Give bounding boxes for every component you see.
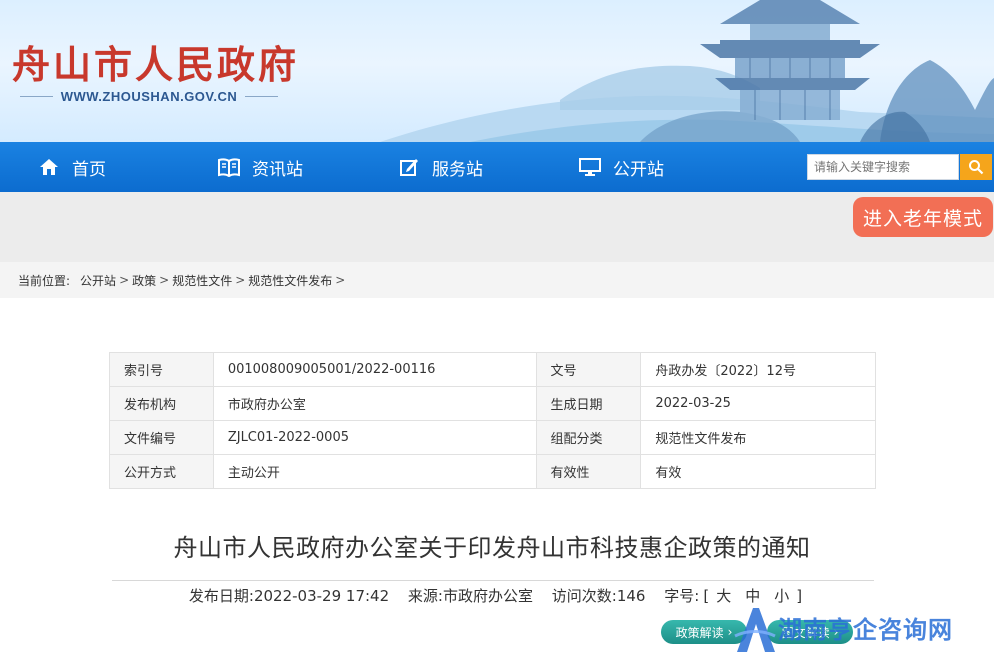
meta-value-doc-number: 舟政办发〔2022〕12号 — [640, 352, 876, 387]
title-divider — [112, 580, 874, 581]
meta-value-category: 规范性文件发布 — [640, 420, 876, 455]
site-header: 舟山市人民政府 WWW.ZHOUSHAN.GOV.CN — [0, 0, 994, 142]
meta-key-disclosure: 公开方式 — [109, 454, 214, 489]
breadcrumb-item-open[interactable]: 公开站 — [80, 272, 116, 289]
source-label: 来源: — [407, 587, 443, 605]
breadcrumb-item-normative[interactable]: 规范性文件 — [172, 272, 232, 289]
publish-date-label: 发布日期: — [188, 587, 254, 605]
book-icon — [218, 156, 240, 178]
breadcrumb-separator: > — [235, 273, 246, 287]
meta-key-validity: 有效性 — [535, 454, 642, 489]
home-icon — [38, 156, 60, 178]
table-row: 索引号 001008009005001/2022-00116 文号 舟政办发〔2… — [109, 352, 876, 387]
divider-right — [245, 95, 279, 97]
visit-count: 访问次数:146 — [552, 587, 646, 605]
monitor-icon — [579, 156, 601, 178]
document-title: 舟山市人民政府办公室关于印发舟山市科技惠企政策的通知 — [173, 534, 811, 562]
nav-item-news[interactable]: 资讯站 — [218, 142, 303, 192]
table-row: 文件编号 ZJLC01-2022-0005 组配分类 规范性文件发布 — [109, 420, 876, 455]
source: 来源:市政府办公室 — [408, 587, 533, 605]
meta-value-index: 001008009005001/2022-00116 — [212, 352, 537, 387]
meta-value-file-code: ZJLC01-2022-0005 — [212, 420, 537, 455]
meta-key-index: 索引号 — [109, 352, 214, 387]
nav-item-home[interactable]: 首页 — [38, 142, 106, 192]
site-url-row: WWW.ZHOUSHAN.GOV.CN — [20, 87, 279, 105]
visits-value: 146 — [616, 587, 646, 605]
nav-label-service: 服务站 — [432, 159, 483, 180]
font-size-medium[interactable]: 中 — [745, 587, 760, 605]
search-input[interactable] — [807, 154, 959, 180]
visits-label: 访问次数: — [551, 587, 617, 605]
source-value: 市政府办公室 — [442, 587, 533, 605]
nav-label-home: 首页 — [72, 159, 106, 180]
breadcrumb-separator: > — [119, 273, 130, 287]
breadcrumb-item-policy[interactable]: 政策 — [132, 272, 156, 289]
meta-value-disclosure: 主动公开 — [212, 454, 537, 489]
gray-band — [0, 192, 994, 262]
policy-interpretation-label: 政策解读 — [675, 625, 724, 640]
divider-left — [20, 95, 53, 97]
publish-date: 发布日期:2022-03-29 17:42 — [189, 587, 389, 605]
watermark-logo-icon — [734, 608, 776, 652]
font-size-large[interactable]: 大 — [716, 587, 731, 605]
arrow-right-icon: › — [727, 625, 733, 639]
search-icon — [969, 160, 984, 175]
publish-date-value: 2022-03-29 17:42 — [253, 587, 390, 605]
meta-value-validity: 有效 — [640, 454, 876, 489]
article-info-line: 发布日期:2022-03-29 17:42 来源:市政府办公室 访问次数:146… — [0, 585, 984, 606]
font-size-small[interactable]: 小 — [774, 587, 789, 605]
search-button[interactable] — [960, 154, 992, 180]
table-row: 发布机构 市政府办公室 生成日期 2022-03-25 — [109, 386, 876, 421]
meta-key-publisher: 发布机构 — [109, 386, 214, 421]
font-size-control: 字号:[ 大中小] — [657, 587, 802, 605]
site-url: WWW.ZHOUSHAN.GOV.CN — [60, 88, 238, 104]
breadcrumb-item-publish[interactable]: 规范性文件发布 — [248, 272, 332, 289]
watermark-text: 湖南亨企咨询网 — [778, 615, 953, 644]
table-row: 公开方式 主动公开 有效性 有效 — [109, 454, 876, 489]
meta-key-created-date: 生成日期 — [535, 386, 642, 421]
nav-label-news: 资讯站 — [252, 159, 303, 180]
meta-key-doc-number: 文号 — [535, 352, 642, 387]
nav-item-service[interactable]: 服务站 — [398, 142, 483, 192]
font-size-label: 字号: — [664, 587, 700, 605]
meta-key-category: 组配分类 — [535, 420, 642, 455]
breadcrumb-separator: > — [335, 273, 346, 287]
nav-item-open[interactable]: 公开站 — [579, 142, 664, 192]
breadcrumb-label: 当前位置: — [18, 273, 71, 288]
meta-value-publisher: 市政府办公室 — [212, 386, 537, 421]
breadcrumb: 当前位置: 公开站 > 政策 > 规范性文件 > 规范性文件发布 > — [0, 262, 994, 298]
breadcrumb-separator: > — [159, 273, 170, 287]
meta-key-file-code: 文件编号 — [109, 420, 214, 455]
meta-value-created-date: 2022-03-25 — [640, 386, 876, 421]
edit-icon — [398, 156, 420, 178]
font-size-bracket-open: [ — [703, 587, 710, 605]
document-meta-table: 索引号 001008009005001/2022-00116 文号 舟政办发〔2… — [109, 352, 876, 489]
site-title[interactable]: 舟山市人民政府 — [12, 34, 299, 89]
elder-mode-button[interactable]: 进入老年模式 — [853, 197, 993, 237]
font-size-bracket-close: ] — [796, 587, 803, 605]
nav-label-open: 公开站 — [613, 159, 664, 180]
